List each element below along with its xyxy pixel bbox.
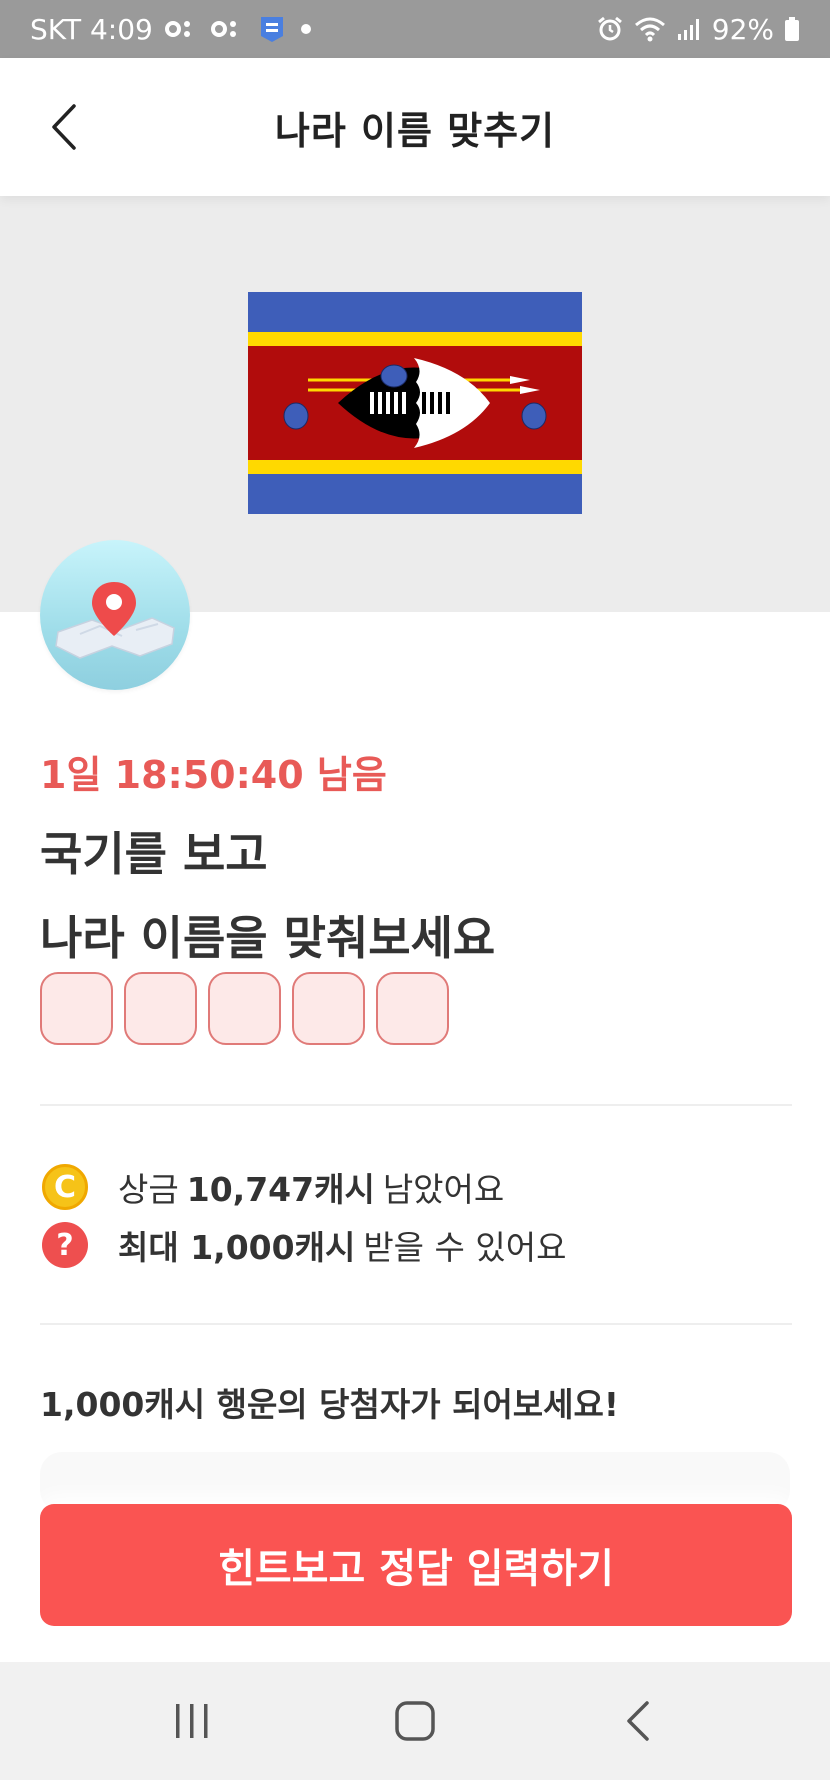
- system-nav-bar: [0, 1662, 830, 1780]
- home-button[interactable]: [375, 1681, 455, 1761]
- divider: [40, 1104, 792, 1106]
- question-text: 국기를 보고 나라 이름을 맞춰보세요: [40, 812, 495, 980]
- dot-icon: [299, 22, 313, 36]
- answer-slot[interactable]: [292, 972, 365, 1045]
- status-bar: SKT 4:09 92%: [0, 0, 830, 58]
- answer-slot[interactable]: [40, 972, 113, 1045]
- page-title: 나라 이름 맞추기: [274, 108, 556, 153]
- home-icon: [395, 1701, 435, 1741]
- map-pin-icon: [40, 540, 190, 690]
- recents-icon: [175, 1704, 208, 1738]
- app-badge-icon: [257, 14, 287, 44]
- max-reward-row: ? 최대 1,000캐시 받을 수 있어요: [42, 1221, 566, 1269]
- max-reward-amount: 최대 1,000캐시: [118, 1228, 356, 1267]
- answer-slot[interactable]: [208, 972, 281, 1045]
- nav-back-button[interactable]: [598, 1681, 678, 1761]
- status-right: 92%: [596, 13, 800, 46]
- battery-icon: [784, 16, 800, 42]
- carrier-time: SKT 4:09: [30, 12, 153, 46]
- divider: [40, 1323, 792, 1325]
- prize-amount: 10,747캐시: [186, 1170, 375, 1209]
- recents-button[interactable]: [152, 1681, 232, 1761]
- wifi-icon: [634, 16, 666, 42]
- back-button[interactable]: [38, 98, 88, 156]
- question-line-1: 국기를 보고: [40, 827, 268, 881]
- signal-icon: [676, 16, 702, 42]
- eswatini-flag: [248, 292, 582, 514]
- answer-slots: [40, 972, 449, 1045]
- coin-icon: C: [42, 1164, 88, 1210]
- answer-slot[interactable]: [376, 972, 449, 1045]
- notification-icon: [164, 18, 199, 40]
- winners-card: [40, 1452, 790, 1512]
- battery-percent: 92%: [711, 12, 774, 46]
- question-line-2: 나라 이름을 맞춰보세요: [40, 911, 496, 965]
- chevron-left-icon: [52, 104, 76, 150]
- prize-suffix: 남았어요: [382, 1170, 505, 1209]
- max-reward-suffix: 받을 수 있어요: [363, 1228, 567, 1267]
- status-left: SKT 4:09: [30, 13, 313, 46]
- answer-slot[interactable]: [124, 972, 197, 1045]
- alarm-icon: [596, 15, 624, 43]
- back-icon: [627, 1701, 650, 1741]
- app-header: 나라 이름 맞추기: [0, 58, 830, 196]
- countdown-timer: 1일 18:50:40 남음: [40, 753, 387, 797]
- prize-prefix: 상금: [118, 1170, 179, 1209]
- notification-icon: [210, 18, 245, 40]
- help-icon: ?: [42, 1222, 88, 1268]
- prize-row: C 상금 10,747캐시 남았어요: [42, 1163, 504, 1211]
- lucky-winner-text: 1,000캐시 행운의 당첨자가 되어보세요!: [40, 1385, 619, 1424]
- hint-answer-button[interactable]: 힌트보고 정답 입력하기: [40, 1504, 792, 1626]
